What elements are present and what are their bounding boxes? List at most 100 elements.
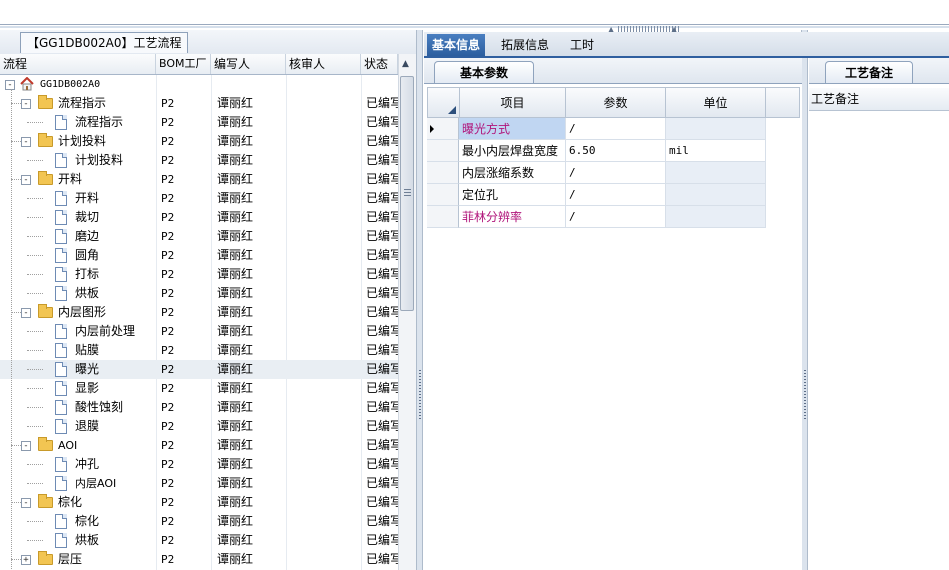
bom-factory-cell: P2 (161, 496, 175, 509)
tree-root-row[interactable]: - GG1DB002A0 (0, 75, 398, 94)
process-tree: - GG1DB002A0- 流程指示 P2 谭丽红 已编写 流程指示 P2 谭丽红 已编写 - 计划投… (0, 75, 398, 570)
collapse-node-icon[interactable]: - (21, 99, 31, 109)
param-row[interactable]: 内层涨缩系数 / (427, 162, 799, 184)
tree-folder-row[interactable]: - 棕化 P2 谭丽红 已编写 (0, 493, 398, 512)
tree-step-row[interactable]: 开料 P2 谭丽红 已编写 (0, 189, 398, 208)
tree-folder-row[interactable]: - 开料 P2 谭丽红 已编写 (0, 170, 398, 189)
bom-factory-cell: P2 (161, 534, 175, 547)
collapse-node-icon[interactable]: - (21, 498, 31, 508)
collapse-node-icon[interactable]: - (21, 175, 31, 185)
collapse-node-icon[interactable]: - (21, 441, 31, 451)
param-value-cell[interactable]: / (566, 184, 666, 206)
right-splitter[interactable] (801, 30, 808, 570)
tab-process-remark[interactable]: 工艺备注 (825, 61, 913, 83)
param-item-cell[interactable]: 菲林分辨率 (459, 206, 566, 228)
bom-factory-cell: P2 (161, 192, 175, 205)
collapse-node-icon[interactable]: - (21, 137, 31, 147)
column-header-status[interactable]: 状态 (361, 54, 398, 74)
collapse-node-icon[interactable]: - (5, 80, 15, 90)
tree-step-row[interactable]: 显影 P2 谭丽红 已编写 (0, 379, 398, 398)
tree-step-row[interactable]: 打标 P2 谭丽红 已编写 (0, 265, 398, 284)
tab-basic-info[interactable]: 基本信息 (427, 34, 486, 56)
param-row-header[interactable] (427, 206, 459, 228)
document-icon (55, 324, 67, 339)
param-row-header[interactable] (427, 184, 459, 206)
tree-folder-row[interactable]: - AOI P2 谭丽红 已编写 (0, 436, 398, 455)
tree-step-row[interactable]: 曝光 P2 谭丽红 已编写 (0, 360, 398, 379)
param-unit-cell[interactable] (666, 184, 766, 206)
status-cell: 已编写 (366, 533, 398, 547)
tree-folder-row[interactable]: - 流程指示 P2 谭丽红 已编写 (0, 94, 398, 113)
folder-icon (38, 437, 53, 451)
writer-cell (217, 75, 283, 94)
param-header-value[interactable]: 参数 (565, 87, 666, 118)
param-header-unit[interactable]: 单位 (665, 87, 766, 118)
tree-step-row[interactable]: 棕化 P2 谭丽红 已编写 (0, 512, 398, 531)
tree-step-row[interactable]: 计划投料 P2 谭丽红 已编写 (0, 151, 398, 170)
column-header-reviewer[interactable]: 核审人 (286, 54, 361, 74)
param-value-cell[interactable]: 6.50 (566, 140, 666, 162)
tree-step-row[interactable]: 冲孔 P2 谭丽红 已编写 (0, 455, 398, 474)
status-cell: 已编写 (366, 400, 398, 414)
left-splitter[interactable] (416, 30, 423, 570)
param-item-cell[interactable]: 内层涨缩系数 (459, 162, 566, 184)
tree-step-row[interactable]: 内层AOI P2 谭丽红 已编写 (0, 474, 398, 493)
bom-factory-cell: P2 (161, 173, 175, 186)
status-cell: 已编写 (366, 343, 398, 357)
column-header-flow[interactable]: 流程 (0, 54, 156, 74)
scroll-up-arrow-icon[interactable]: ▲ (402, 59, 409, 69)
param-row[interactable]: 菲林分辨率 / (427, 206, 799, 228)
collapse-node-icon[interactable]: - (21, 308, 31, 318)
tree-step-row[interactable]: 磨边 P2 谭丽红 已编写 (0, 227, 398, 246)
param-row-header[interactable] (427, 140, 459, 162)
title-strip (0, 0, 949, 28)
tree-step-row[interactable]: 烘板 P2 谭丽红 已编写 (0, 284, 398, 303)
tree-folder-row[interactable]: - 计划投料 P2 谭丽红 已编写 (0, 132, 398, 151)
param-row[interactable]: 曝光方式 / (427, 118, 799, 140)
tab-process-flow[interactable]: 【GG1DB002A0】工艺流程 (20, 32, 189, 53)
param-row-header[interactable] (427, 162, 459, 184)
param-row[interactable]: 最小内层焊盘宽度 6.50 mil (427, 140, 799, 162)
param-row[interactable]: 定位孔 / (427, 184, 799, 206)
param-value-cell[interactable]: / (566, 162, 666, 184)
param-item-cell[interactable]: 曝光方式 (459, 118, 566, 140)
tree-vertical-scrollbar[interactable]: ▲ (398, 54, 416, 570)
status-cell: 已编写 (366, 134, 398, 148)
param-header-item[interactable]: 项目 (459, 87, 566, 118)
tree-step-row[interactable]: 贴膜 P2 谭丽红 已编写 (0, 341, 398, 360)
param-value-cell[interactable]: / (566, 206, 666, 228)
tree-step-row[interactable]: 裁切 P2 谭丽红 已编写 (0, 208, 398, 227)
tab-work-hours[interactable]: 工时 (565, 34, 599, 56)
tree-step-row[interactable]: 流程指示 P2 谭丽红 已编写 (0, 113, 398, 132)
expand-node-icon[interactable]: + (21, 555, 31, 565)
column-header-writer[interactable]: 编写人 (211, 54, 286, 74)
param-unit-cell[interactable]: mil (666, 140, 766, 162)
writer-cell: 谭丽红 (217, 324, 254, 338)
writer-cell: 谭丽红 (217, 400, 254, 414)
param-item-cell[interactable]: 最小内层焊盘宽度 (459, 140, 566, 162)
tree-step-row[interactable]: 烘板 P2 谭丽红 已编写 (0, 531, 398, 550)
column-header-bom-factory[interactable]: BOM工厂 (156, 54, 211, 74)
param-unit-cell[interactable] (666, 206, 766, 228)
writer-cell: 谭丽红 (217, 381, 254, 395)
document-icon (55, 229, 67, 244)
tree-folder-row[interactable]: + 层压 P2 谭丽红 已编写 (0, 550, 398, 569)
tree-step-row[interactable]: 退膜 P2 谭丽红 已编写 (0, 417, 398, 436)
bom-factory-cell: P2 (161, 135, 175, 148)
folder-icon (38, 551, 53, 565)
param-unit-cell[interactable] (666, 118, 766, 140)
remark-header: 工艺备注 (809, 88, 949, 111)
tree-step-row[interactable]: 内层前处理 P2 谭丽红 已编写 (0, 322, 398, 341)
tree-folder-row[interactable]: - 内层图形 P2 谭丽红 已编写 (0, 303, 398, 322)
param-item-cell[interactable]: 定位孔 (459, 184, 566, 206)
status-cell: 已编写 (366, 362, 398, 376)
tab-extended-info[interactable]: 拓展信息 (496, 34, 554, 56)
param-value-cell[interactable]: / (566, 118, 666, 140)
tree-node-label: 贴膜 (75, 343, 100, 357)
tree-step-row[interactable]: 酸性蚀刻 P2 谭丽红 已编写 (0, 398, 398, 417)
tree-step-row[interactable]: 圆角 P2 谭丽红 已编写 (0, 246, 398, 265)
folder-icon (38, 133, 53, 147)
param-unit-cell[interactable] (666, 162, 766, 184)
param-row-header[interactable] (427, 118, 459, 140)
tab-basic-params[interactable]: 基本参数 (434, 61, 534, 83)
